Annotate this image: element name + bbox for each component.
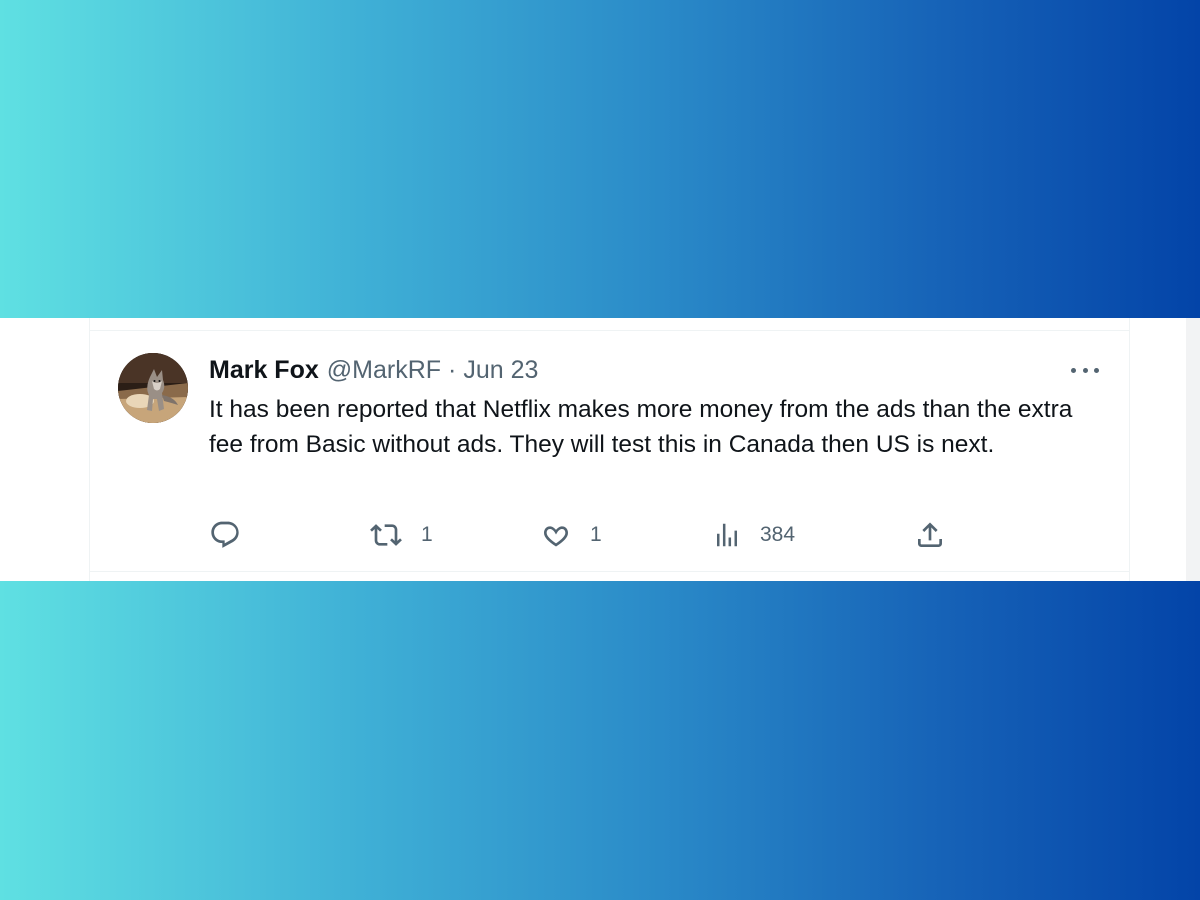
display-name[interactable]: Mark Fox bbox=[209, 355, 319, 385]
tweet-date[interactable]: Jun 23 bbox=[463, 355, 538, 385]
more-dots-icon[interactable] bbox=[1071, 361, 1099, 379]
user-handle[interactable]: @MarkRF bbox=[327, 355, 441, 385]
tweet-strip: Mark Fox @MarkRF · Jun 23 It has been re… bbox=[0, 318, 1200, 581]
share-upload-icon bbox=[918, 522, 942, 547]
dot bbox=[1094, 367, 1099, 373]
canvas: Mark Fox @MarkRF · Jun 23 It has been re… bbox=[0, 0, 1200, 900]
dot bbox=[1071, 367, 1076, 373]
divider bbox=[89, 318, 1130, 330]
retweet-icon bbox=[370, 524, 402, 546]
divider bbox=[89, 572, 1130, 581]
gradient-background-bottom bbox=[0, 581, 1200, 900]
avatar[interactable] bbox=[118, 353, 188, 423]
separator-dot: · bbox=[448, 356, 457, 384]
tweet-text: It has been reported that Netflix makes … bbox=[209, 396, 1073, 458]
retweet-count: 1 bbox=[421, 523, 433, 546]
like-button[interactable]: 1 bbox=[540, 517, 602, 553]
views-count: 384 bbox=[760, 523, 796, 546]
views-bar-chart-icon bbox=[717, 523, 737, 547]
views-button[interactable]: 384 bbox=[712, 517, 795, 553]
page-gutter bbox=[1186, 318, 1200, 581]
fox-photo-avatar bbox=[118, 353, 188, 423]
tweet-header: Mark Fox @MarkRF · Jun 23 bbox=[209, 355, 538, 385]
gradient-background-top bbox=[0, 0, 1200, 318]
dot bbox=[1082, 367, 1088, 373]
reply-button[interactable] bbox=[209, 517, 241, 553]
retweet-button[interactable]: 1 bbox=[369, 517, 433, 553]
tweet-actions: 1 1 384 bbox=[209, 517, 1009, 553]
tweet-card[interactable]: Mark Fox @MarkRF · Jun 23 It has been re… bbox=[89, 330, 1130, 572]
like-count: 1 bbox=[590, 523, 602, 546]
reply-icon bbox=[211, 521, 239, 548]
heart-icon bbox=[544, 526, 568, 547]
share-button[interactable] bbox=[914, 517, 946, 553]
